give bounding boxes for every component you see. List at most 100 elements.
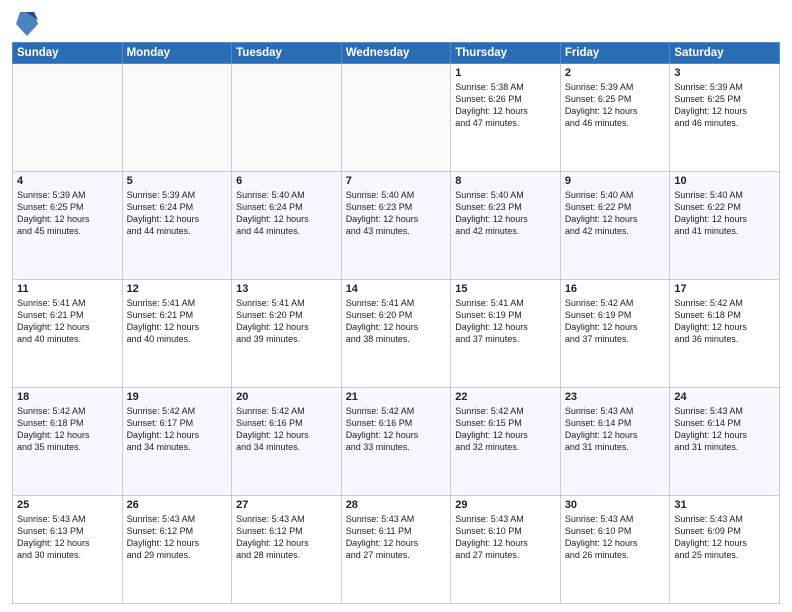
day-info: Sunrise: 5:42 AM Sunset: 6:16 PM Dayligh…	[346, 405, 447, 454]
day-info: Sunrise: 5:41 AM Sunset: 6:21 PM Dayligh…	[17, 297, 118, 346]
calendar-day-header: Saturday	[670, 43, 780, 64]
logo	[12, 14, 38, 38]
day-info: Sunrise: 5:40 AM Sunset: 6:23 PM Dayligh…	[455, 189, 556, 238]
calendar-cell: 12 Sunrise: 5:41 AM Sunset: 6:21 PM Dayli…	[122, 280, 232, 388]
day-number: 31	[674, 499, 775, 511]
calendar-cell: 7 Sunrise: 5:40 AM Sunset: 6:23 PM Daylig…	[341, 172, 451, 280]
day-info: Sunrise: 5:41 AM Sunset: 6:19 PM Dayligh…	[455, 297, 556, 346]
calendar-cell: 26 Sunrise: 5:43 AM Sunset: 6:12 PM Dayli…	[122, 496, 232, 604]
day-number: 12	[127, 283, 228, 295]
day-number: 28	[346, 499, 447, 511]
day-number: 18	[17, 391, 118, 403]
day-number: 29	[455, 499, 556, 511]
day-info: Sunrise: 5:39 AM Sunset: 6:24 PM Dayligh…	[127, 189, 228, 238]
calendar-day-header: Friday	[560, 43, 670, 64]
day-info: Sunrise: 5:43 AM Sunset: 6:12 PM Dayligh…	[236, 513, 337, 562]
day-info: Sunrise: 5:41 AM Sunset: 6:20 PM Dayligh…	[236, 297, 337, 346]
day-info: Sunrise: 5:43 AM Sunset: 6:14 PM Dayligh…	[674, 405, 775, 454]
day-info: Sunrise: 5:38 AM Sunset: 6:26 PM Dayligh…	[455, 81, 556, 130]
calendar-cell: 4Sunrise: 5:39 AM Sunset: 6:25 PM Daylig…	[13, 172, 123, 280]
calendar-week-row: 1Sunrise: 5:38 AM Sunset: 6:26 PM Daylig…	[13, 64, 780, 172]
calendar-cell: 31 Sunrise: 5:43 AM Sunset: 6:09 PM Dayli…	[670, 496, 780, 604]
day-number: 13	[236, 283, 337, 295]
day-info: Sunrise: 5:40 AM Sunset: 6:24 PM Dayligh…	[236, 189, 337, 238]
day-info: Sunrise: 5:39 AM Sunset: 6:25 PM Dayligh…	[565, 81, 666, 130]
calendar-cell: 10 Sunrise: 5:40 AM Sunset: 6:22 PM Dayli…	[670, 172, 780, 280]
calendar-table: SundayMondayTuesdayWednesdayThursdayFrid…	[12, 42, 780, 604]
day-info: Sunrise: 5:43 AM Sunset: 6:11 PM Dayligh…	[346, 513, 447, 562]
day-info: Sunrise: 5:43 AM Sunset: 6:14 PM Dayligh…	[565, 405, 666, 454]
calendar-cell: 24 Sunrise: 5:43 AM Sunset: 6:14 PM Dayli…	[670, 388, 780, 496]
calendar-day-header: Thursday	[451, 43, 561, 64]
calendar-cell: 8 Sunrise: 5:40 AM Sunset: 6:23 PM Daylig…	[451, 172, 561, 280]
calendar-cell: 20 Sunrise: 5:42 AM Sunset: 6:16 PM Dayli…	[232, 388, 342, 496]
day-info: Sunrise: 5:40 AM Sunset: 6:22 PM Dayligh…	[674, 189, 775, 238]
day-number: 5	[127, 175, 228, 187]
day-info: Sunrise: 5:43 AM Sunset: 6:13 PM Dayligh…	[17, 513, 118, 562]
day-number: 23	[565, 391, 666, 403]
calendar-header-row: SundayMondayTuesdayWednesdayThursdayFrid…	[13, 43, 780, 64]
day-info: Sunrise: 5:41 AM Sunset: 6:21 PM Dayligh…	[127, 297, 228, 346]
day-info: Sunrise: 5:40 AM Sunset: 6:23 PM Dayligh…	[346, 189, 447, 238]
day-number: 2	[565, 67, 666, 79]
calendar-cell: 3Sunrise: 5:39 AM Sunset: 6:25 PM Daylig…	[670, 64, 780, 172]
logo-icon	[16, 10, 38, 38]
day-number: 10	[674, 175, 775, 187]
day-info: Sunrise: 5:42 AM Sunset: 6:17 PM Dayligh…	[127, 405, 228, 454]
calendar-cell: 28 Sunrise: 5:43 AM Sunset: 6:11 PM Dayli…	[341, 496, 451, 604]
day-info: Sunrise: 5:43 AM Sunset: 6:12 PM Dayligh…	[127, 513, 228, 562]
day-number: 22	[455, 391, 556, 403]
calendar-cell: 23 Sunrise: 5:43 AM Sunset: 6:14 PM Dayli…	[560, 388, 670, 496]
calendar-cell	[13, 64, 123, 172]
calendar-cell	[122, 64, 232, 172]
calendar-cell	[232, 64, 342, 172]
calendar-cell: 6 Sunrise: 5:40 AM Sunset: 6:24 PM Daylig…	[232, 172, 342, 280]
day-number: 24	[674, 391, 775, 403]
day-number: 20	[236, 391, 337, 403]
calendar-week-row: 18 Sunrise: 5:42 AM Sunset: 6:18 PM Dayli…	[13, 388, 780, 496]
day-number: 4	[17, 175, 118, 187]
day-number: 6	[236, 175, 337, 187]
calendar-cell: 17 Sunrise: 5:42 AM Sunset: 6:18 PM Dayli…	[670, 280, 780, 388]
day-info: Sunrise: 5:41 AM Sunset: 6:20 PM Dayligh…	[346, 297, 447, 346]
calendar-day-header: Wednesday	[341, 43, 451, 64]
day-number: 9	[565, 175, 666, 187]
day-info: Sunrise: 5:42 AM Sunset: 6:18 PM Dayligh…	[17, 405, 118, 454]
day-info: Sunrise: 5:43 AM Sunset: 6:09 PM Dayligh…	[674, 513, 775, 562]
day-number: 25	[17, 499, 118, 511]
calendar-cell: 1Sunrise: 5:38 AM Sunset: 6:26 PM Daylig…	[451, 64, 561, 172]
calendar-cell: 16 Sunrise: 5:42 AM Sunset: 6:19 PM Dayli…	[560, 280, 670, 388]
calendar-cell: 30 Sunrise: 5:43 AM Sunset: 6:10 PM Dayli…	[560, 496, 670, 604]
day-number: 7	[346, 175, 447, 187]
calendar-cell: 9Sunrise: 5:40 AM Sunset: 6:22 PM Daylig…	[560, 172, 670, 280]
day-info: Sunrise: 5:39 AM Sunset: 6:25 PM Dayligh…	[674, 81, 775, 130]
calendar-cell: 25 Sunrise: 5:43 AM Sunset: 6:13 PM Dayli…	[13, 496, 123, 604]
calendar-week-row: 11Sunrise: 5:41 AM Sunset: 6:21 PM Dayli…	[13, 280, 780, 388]
calendar-cell: 13 Sunrise: 5:41 AM Sunset: 6:20 PM Dayli…	[232, 280, 342, 388]
day-number: 15	[455, 283, 556, 295]
day-info: Sunrise: 5:42 AM Sunset: 6:18 PM Dayligh…	[674, 297, 775, 346]
day-info: Sunrise: 5:42 AM Sunset: 6:15 PM Dayligh…	[455, 405, 556, 454]
day-number: 14	[346, 283, 447, 295]
day-info: Sunrise: 5:43 AM Sunset: 6:10 PM Dayligh…	[565, 513, 666, 562]
calendar-cell: 19 Sunrise: 5:42 AM Sunset: 6:17 PM Dayli…	[122, 388, 232, 496]
day-number: 17	[674, 283, 775, 295]
calendar-cell: 27Sunrise: 5:43 AM Sunset: 6:12 PM Dayli…	[232, 496, 342, 604]
calendar-cell: 29 Sunrise: 5:43 AM Sunset: 6:10 PM Dayli…	[451, 496, 561, 604]
day-number: 8	[455, 175, 556, 187]
day-info: Sunrise: 5:43 AM Sunset: 6:10 PM Dayligh…	[455, 513, 556, 562]
day-info: Sunrise: 5:42 AM Sunset: 6:19 PM Dayligh…	[565, 297, 666, 346]
calendar-cell	[341, 64, 451, 172]
calendar-cell: 5 Sunrise: 5:39 AM Sunset: 6:24 PM Daylig…	[122, 172, 232, 280]
page: SundayMondayTuesdayWednesdayThursdayFrid…	[0, 0, 792, 612]
day-number: 16	[565, 283, 666, 295]
day-info: Sunrise: 5:42 AM Sunset: 6:16 PM Dayligh…	[236, 405, 337, 454]
day-number: 19	[127, 391, 228, 403]
day-number: 30	[565, 499, 666, 511]
day-number: 21	[346, 391, 447, 403]
calendar-cell: 2 Sunrise: 5:39 AM Sunset: 6:25 PM Daylig…	[560, 64, 670, 172]
calendar-cell: 21 Sunrise: 5:42 AM Sunset: 6:16 PM Dayli…	[341, 388, 451, 496]
header	[12, 10, 780, 38]
calendar-cell: 18 Sunrise: 5:42 AM Sunset: 6:18 PM Dayli…	[13, 388, 123, 496]
day-number: 26	[127, 499, 228, 511]
